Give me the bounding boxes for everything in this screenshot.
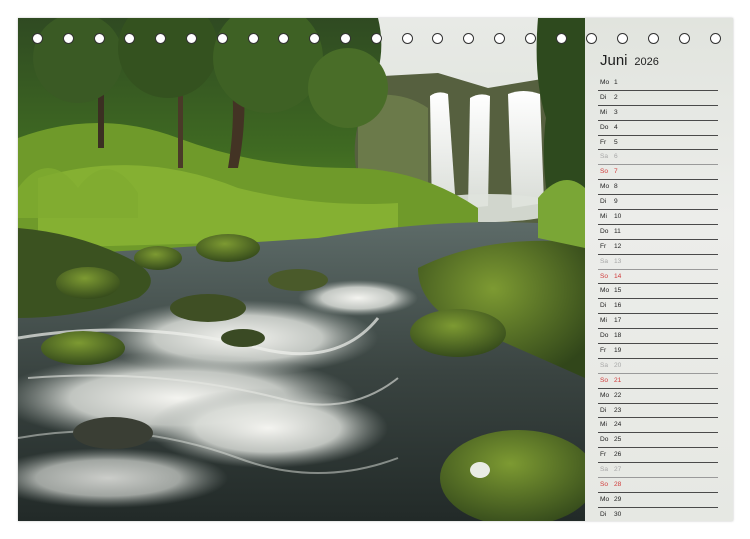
day-number: 4 [614,123,618,131]
waterfall-photo [18,18,585,521]
day-row: Sa 6 [598,150,718,166]
day-row: Fr 26 [598,448,718,464]
weekday-label: Do [600,436,609,444]
weekday-label: Mo [600,495,610,503]
day-number: 15 [614,287,622,295]
weekday-label: Fr [600,242,607,250]
day-number: 1 [614,79,618,86]
weekday-label: Mi [600,421,607,429]
day-number: 5 [614,138,618,146]
day-row: Mi 3 [598,106,718,121]
day-number: 13 [614,257,622,265]
day-row: Mo 29 [598,493,718,508]
weekday-label: Mo [600,183,610,191]
day-number: 11 [614,227,621,235]
day-row: Mo 22 [598,389,718,404]
day-row: Sa 27 [598,463,718,479]
day-row: Fr 5 [598,136,718,151]
day-row: Do 11 [598,225,718,240]
day-row: Do 25 [598,433,718,449]
weekday-label: Do [600,332,609,340]
weekday-label: So [600,168,609,176]
weekday-label: Mo [600,391,610,399]
day-row: Sa 13 [598,255,718,270]
weekday-label: So [600,481,609,489]
day-number: 21 [614,376,622,384]
day-row: Mi 24 [598,418,718,434]
weekday-label: Do [600,227,609,235]
day-row: So 21 [598,374,718,389]
day-number: 22 [614,391,622,399]
day-number: 18 [614,332,622,340]
day-number: 9 [614,198,618,206]
day-row: Fr 12 [598,240,718,255]
day-number: 12 [614,242,622,250]
day-row: Fr 19 [598,344,718,359]
day-number: 25 [614,436,622,444]
day-number: 14 [614,272,622,280]
day-row: So 14 [598,270,718,285]
day-number: 3 [614,108,618,116]
day-row: Sa 20 [598,359,718,374]
day-number: 28 [614,481,622,489]
weekday-label: Sa [600,257,609,265]
day-number: 29 [614,495,622,503]
weekday-label: Sa [600,466,609,474]
day-list: Mo 1 Di 2 Mi 3 Do 4 Fr 5 Sa 6 So 7 Mo 8 Di 9 Mi 10 Do 11 Fr 12 S… [598,76,718,521]
day-number: 26 [614,451,622,459]
day-number: 19 [614,347,622,355]
weekday-label: Di [600,198,607,206]
day-row: Mi 17 [598,314,718,330]
weekday-label: Fr [600,347,607,355]
weekday-label: Mi [600,108,607,116]
day-row: So 28 [598,478,718,493]
calendar-panel: Juni 2026 Mo 1 Di 2 Mi 3 Do 4 Fr 5 Sa 6 So 7 Mo 8 Di 9 Mi 1… [585,18,733,521]
weekday-label: Mi [600,317,607,325]
weekday-label: Mo [600,79,610,86]
weekday-label: Mo [600,287,610,295]
day-number: 23 [614,406,622,414]
weekday-label: Di [600,406,607,414]
weekday-label: Fr [600,138,607,146]
weekday-label: Di [600,93,607,101]
day-row: So 7 [598,165,718,181]
day-number: 24 [614,421,622,429]
day-number: 8 [614,183,618,191]
day-row: Di 30 [598,508,718,521]
day-number: 20 [614,361,622,369]
weekday-label: Sa [600,361,609,369]
weekday-label: Di [600,302,607,310]
day-number: 2 [614,93,618,101]
day-row: Mo 15 [598,284,718,300]
weekday-label: Mi [600,213,607,221]
month-year: 2026 [634,56,659,68]
day-number: 27 [614,466,622,474]
day-row: Do 4 [598,121,718,136]
weekday-label: Do [600,123,609,131]
weekday-label: So [600,272,609,280]
day-row: Di 2 [598,91,718,106]
day-row: Di 23 [598,404,718,419]
day-row: Mi 10 [598,210,718,225]
waterfall-illustration [18,18,585,521]
day-number: 30 [614,510,622,518]
month-name: Juni [600,52,628,69]
day-number: 16 [614,302,622,310]
weekday-label: Sa [600,153,609,161]
day-row: Mo 1 [598,76,718,91]
weekday-label: Di [600,510,607,518]
weekday-label: Fr [600,451,607,459]
day-number: 17 [614,317,622,325]
day-row: Do 18 [598,329,718,345]
calendar-page: Juni 2026 Mo 1 Di 2 Mi 3 Do 4 Fr 5 Sa 6 So 7 Mo 8 Di 9 Mi 1… [18,18,733,521]
day-row: Di 16 [598,299,718,315]
month-header: Juni 2026 [600,52,659,69]
day-row: Di 9 [598,195,718,211]
day-row: Mo 8 [598,180,718,196]
day-number: 6 [614,153,618,161]
day-number: 7 [614,168,618,176]
day-number: 10 [614,213,622,221]
weekday-label: So [600,376,609,384]
